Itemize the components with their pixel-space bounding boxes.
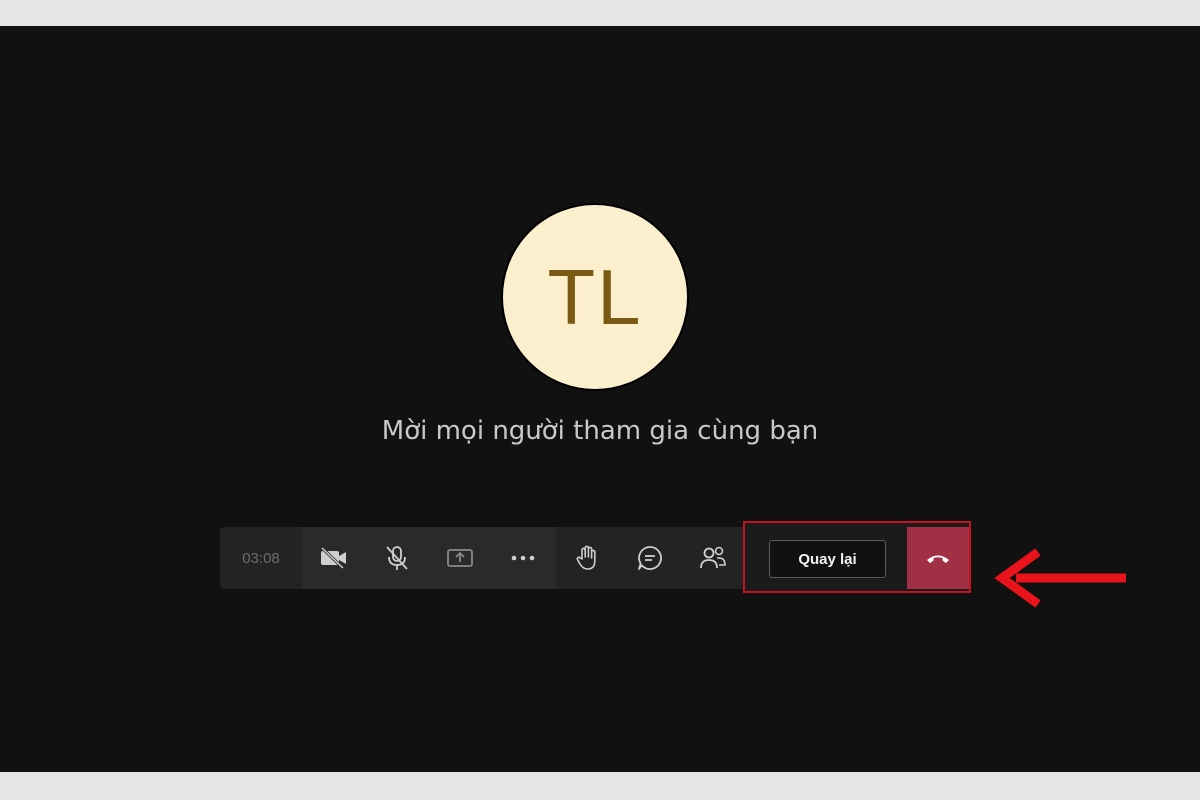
mic-toggle-button[interactable] xyxy=(365,527,428,589)
mic-off-icon xyxy=(385,546,408,570)
avatar: TL xyxy=(501,203,689,391)
invite-message: Mời mọi người tham gia cùng bạn xyxy=(381,416,819,446)
camera-toggle-button[interactable] xyxy=(302,527,365,589)
raise-hand-button[interactable] xyxy=(556,527,619,589)
share-screen-button[interactable] xyxy=(428,527,491,589)
phone-hangup-icon xyxy=(927,555,949,563)
call-toolbar: 03:08 xyxy=(220,527,744,589)
back-button[interactable]: Quay lại xyxy=(769,540,886,578)
hangup-button[interactable] xyxy=(907,527,969,589)
people-icon xyxy=(699,546,726,569)
video-off-icon xyxy=(320,546,346,570)
end-call-area: Quay lại xyxy=(743,521,971,593)
toolbar-right-group xyxy=(556,527,744,589)
annotation-arrow-icon xyxy=(994,548,1126,608)
meeting-stage: TL Mời mọi người tham gia cùng bạn xyxy=(0,26,1200,772)
call-timer: 03:08 xyxy=(220,527,302,589)
avatar-initials: TL xyxy=(547,252,643,341)
hand-icon xyxy=(576,545,596,570)
chat-icon xyxy=(638,546,662,570)
share-screen-icon xyxy=(446,549,473,567)
chat-button[interactable] xyxy=(619,527,682,589)
toolbar-main-group xyxy=(302,527,556,589)
more-options-button[interactable] xyxy=(491,527,554,589)
more-icon xyxy=(511,555,534,561)
participants-button[interactable] xyxy=(681,527,744,589)
